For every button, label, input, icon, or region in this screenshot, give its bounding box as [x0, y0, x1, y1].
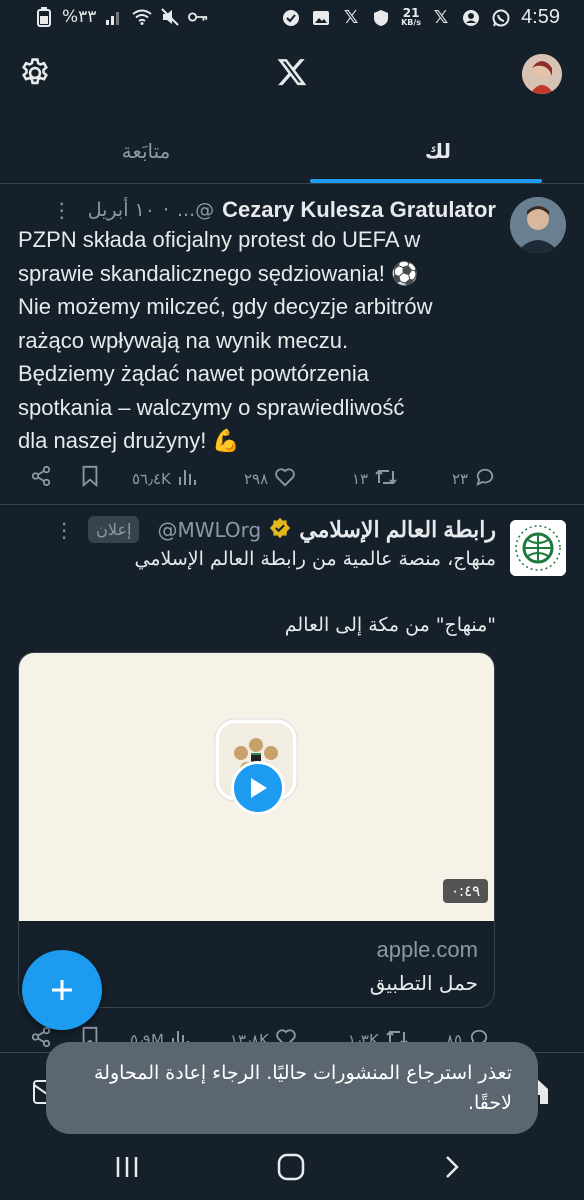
active-tab-indicator: [310, 179, 542, 183]
card-domain: apple.com: [376, 937, 478, 962]
gallery-icon: [311, 8, 331, 28]
video-duration: ٠:٤٩: [443, 879, 489, 903]
status-bar: %٣٣ 𝕏 21 KB/s 𝕏 4:59: [0, 0, 584, 36]
post-1-line: PZPN składa oficjalny protest do UEFA w: [18, 227, 421, 252]
post-1-header: ⋮ ١٠ أبريل · ...@ Cezary Kulesza Gratula…: [52, 197, 496, 223]
post-2-share-button[interactable]: [30, 1026, 52, 1048]
status-left: %٣٣: [34, 7, 208, 27]
post-1-replies-count: ٢٣: [452, 470, 469, 488]
post-1-separator: ·: [162, 199, 169, 221]
reply-icon: [474, 467, 496, 491]
post-1-bookmark-button[interactable]: [80, 465, 100, 487]
battery-percent: %٣٣: [62, 7, 97, 27]
post-2-text-line-2: "منهاج" من مكة إلى العالم: [284, 614, 496, 636]
post-1-line: rażąco wpływają na wynik meczu.: [18, 327, 349, 353]
system-navigation-bar: [0, 1134, 584, 1200]
top-app-bar: [0, 36, 584, 116]
x-logo-icon[interactable]: [276, 56, 310, 90]
verified-gold-icon: [269, 517, 291, 543]
post-1-line: Będziemy żądać nawet powtórzenia: [18, 361, 369, 386]
battery-saver-icon: [34, 7, 54, 27]
post-1-line: spotkania – walczymy o sprawiedliwość: [18, 394, 405, 420]
x-app-icon-2: 𝕏: [433, 7, 449, 28]
whatsapp-icon: [491, 8, 511, 28]
post-2-author-name[interactable]: رابطة العالم الإسلامي: [299, 517, 496, 543]
mute-icon: [160, 7, 180, 27]
plus-icon: [52, 980, 72, 1000]
home-button-icon[interactable]: [277, 1153, 305, 1185]
key-icon: [188, 7, 208, 27]
profile-avatar[interactable]: [522, 54, 562, 94]
post-1-views-count: ٥٦٫٤K: [132, 470, 171, 488]
tab-for-you[interactable]: لك: [292, 118, 584, 184]
post-1-more-icon[interactable]: ⋮: [52, 198, 72, 222]
play-button[interactable]: [231, 761, 285, 815]
post-1[interactable]: ⋮ ١٠ أبريل · ...@ Cezary Kulesza Gratula…: [0, 185, 584, 505]
net-speed: 21 KB/s: [401, 5, 422, 28]
back-icon[interactable]: [442, 1154, 462, 1184]
wifi-icon: [132, 7, 153, 27]
tab-following-label: متابَعة: [121, 139, 171, 163]
post-1-handle[interactable]: ...@: [177, 199, 214, 221]
recent-apps-icon[interactable]: [114, 1154, 140, 1184]
post-2-avatar[interactable]: [510, 520, 566, 576]
tab-for-you-label: لك: [424, 139, 452, 163]
ad-video[interactable]: ٠:٤٩: [19, 653, 494, 921]
net-speed-unit: KB/s: [401, 17, 422, 27]
post-1-views[interactable]: ٥٦٫٤K: [132, 467, 197, 491]
post-2-header: ⋮ إعلان @MWLOrg رابطة العالم الإسلامي: [54, 516, 496, 543]
post-1-repost-button[interactable]: ١٣: [352, 467, 398, 491]
post-1-line: dla naszej drużyny! 💪: [18, 428, 240, 453]
post-1-reply-button[interactable]: ٢٣: [452, 467, 496, 491]
shield-icon: [371, 8, 391, 28]
post-1-share-button[interactable]: [30, 465, 52, 487]
post-2-handle[interactable]: @MWLOrg: [157, 518, 261, 542]
timeline-tabs: متابَعة لك: [0, 118, 584, 184]
post-1-reposts-count: ١٣: [352, 470, 369, 488]
status-right: 𝕏 21 KB/s 𝕏 4:59: [281, 6, 560, 29]
heart-icon: [274, 467, 296, 491]
repost-icon: [374, 467, 398, 491]
card-title: حمل التطبيق: [369, 971, 478, 995]
signal-icon: [104, 7, 124, 27]
compose-post-button[interactable]: [22, 950, 102, 1030]
post-1-text: PZPN składa oficjalny protest do UEFA w …: [18, 223, 498, 458]
ad-card[interactable]: ٠:٤٩ apple.com حمل التطبيق: [18, 652, 495, 1008]
tab-following[interactable]: متابَعة: [0, 118, 292, 184]
clock: 4:59: [521, 6, 560, 28]
post-2-text-line-1: منهاج، منصة عالمية من رابطة العالم الإسل…: [134, 548, 496, 570]
ad-badge: إعلان: [88, 516, 140, 543]
error-toast: تعذر استرجاع المنشورات حاليًا. الرجاء إع…: [46, 1042, 538, 1134]
post-1-avatar[interactable]: [510, 197, 566, 253]
check-circle-icon: [281, 8, 301, 28]
account-icon: [461, 8, 481, 28]
settings-gear-icon[interactable]: [18, 56, 52, 90]
post-1-line: sprawie skandalicznego sędziowania! ⚽: [18, 260, 419, 286]
post-1-line: Nie możemy milczeć, gdy decyzje arbitrów: [18, 294, 433, 319]
post-1-date[interactable]: ١٠ أبريل: [88, 199, 155, 221]
post-2-more-icon[interactable]: ⋮: [54, 518, 74, 542]
post-1-author-name[interactable]: Cezary Kulesza Gratulator: [222, 197, 496, 223]
x-app-icon: 𝕏: [343, 7, 359, 28]
views-icon: [177, 467, 197, 491]
net-speed-value: 21: [402, 5, 420, 20]
post-1-like-button[interactable]: ٢٩٨: [244, 467, 296, 491]
post-1-likes-count: ٢٩٨: [244, 470, 269, 488]
